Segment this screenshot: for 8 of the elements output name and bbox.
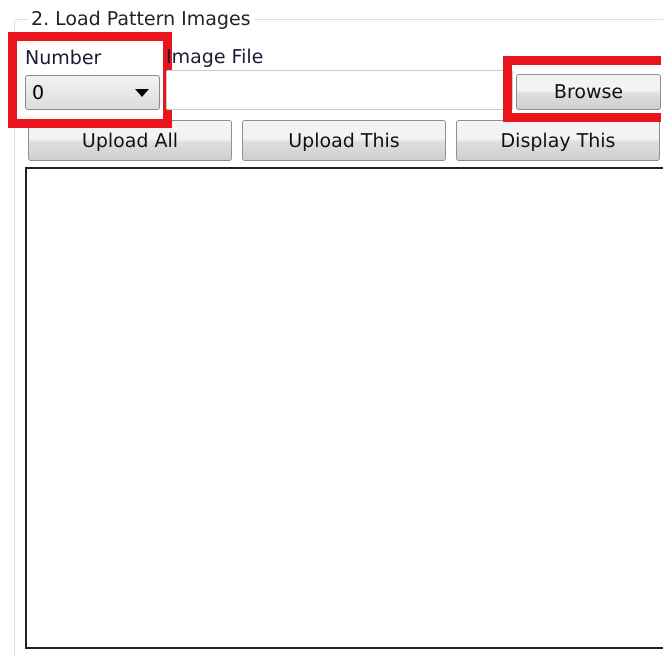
browse-button[interactable]: Browse xyxy=(516,74,661,110)
image-file-field[interactable] xyxy=(166,70,513,110)
caret-icon xyxy=(135,88,149,96)
number-label: Number xyxy=(25,46,102,71)
group-title: 2. Load Pattern Images xyxy=(30,8,252,30)
number-dropdown[interactable]: 0 xyxy=(25,75,160,110)
action-button[interactable]: Upload This xyxy=(242,120,446,161)
action-button[interactable]: Display This xyxy=(456,120,660,161)
